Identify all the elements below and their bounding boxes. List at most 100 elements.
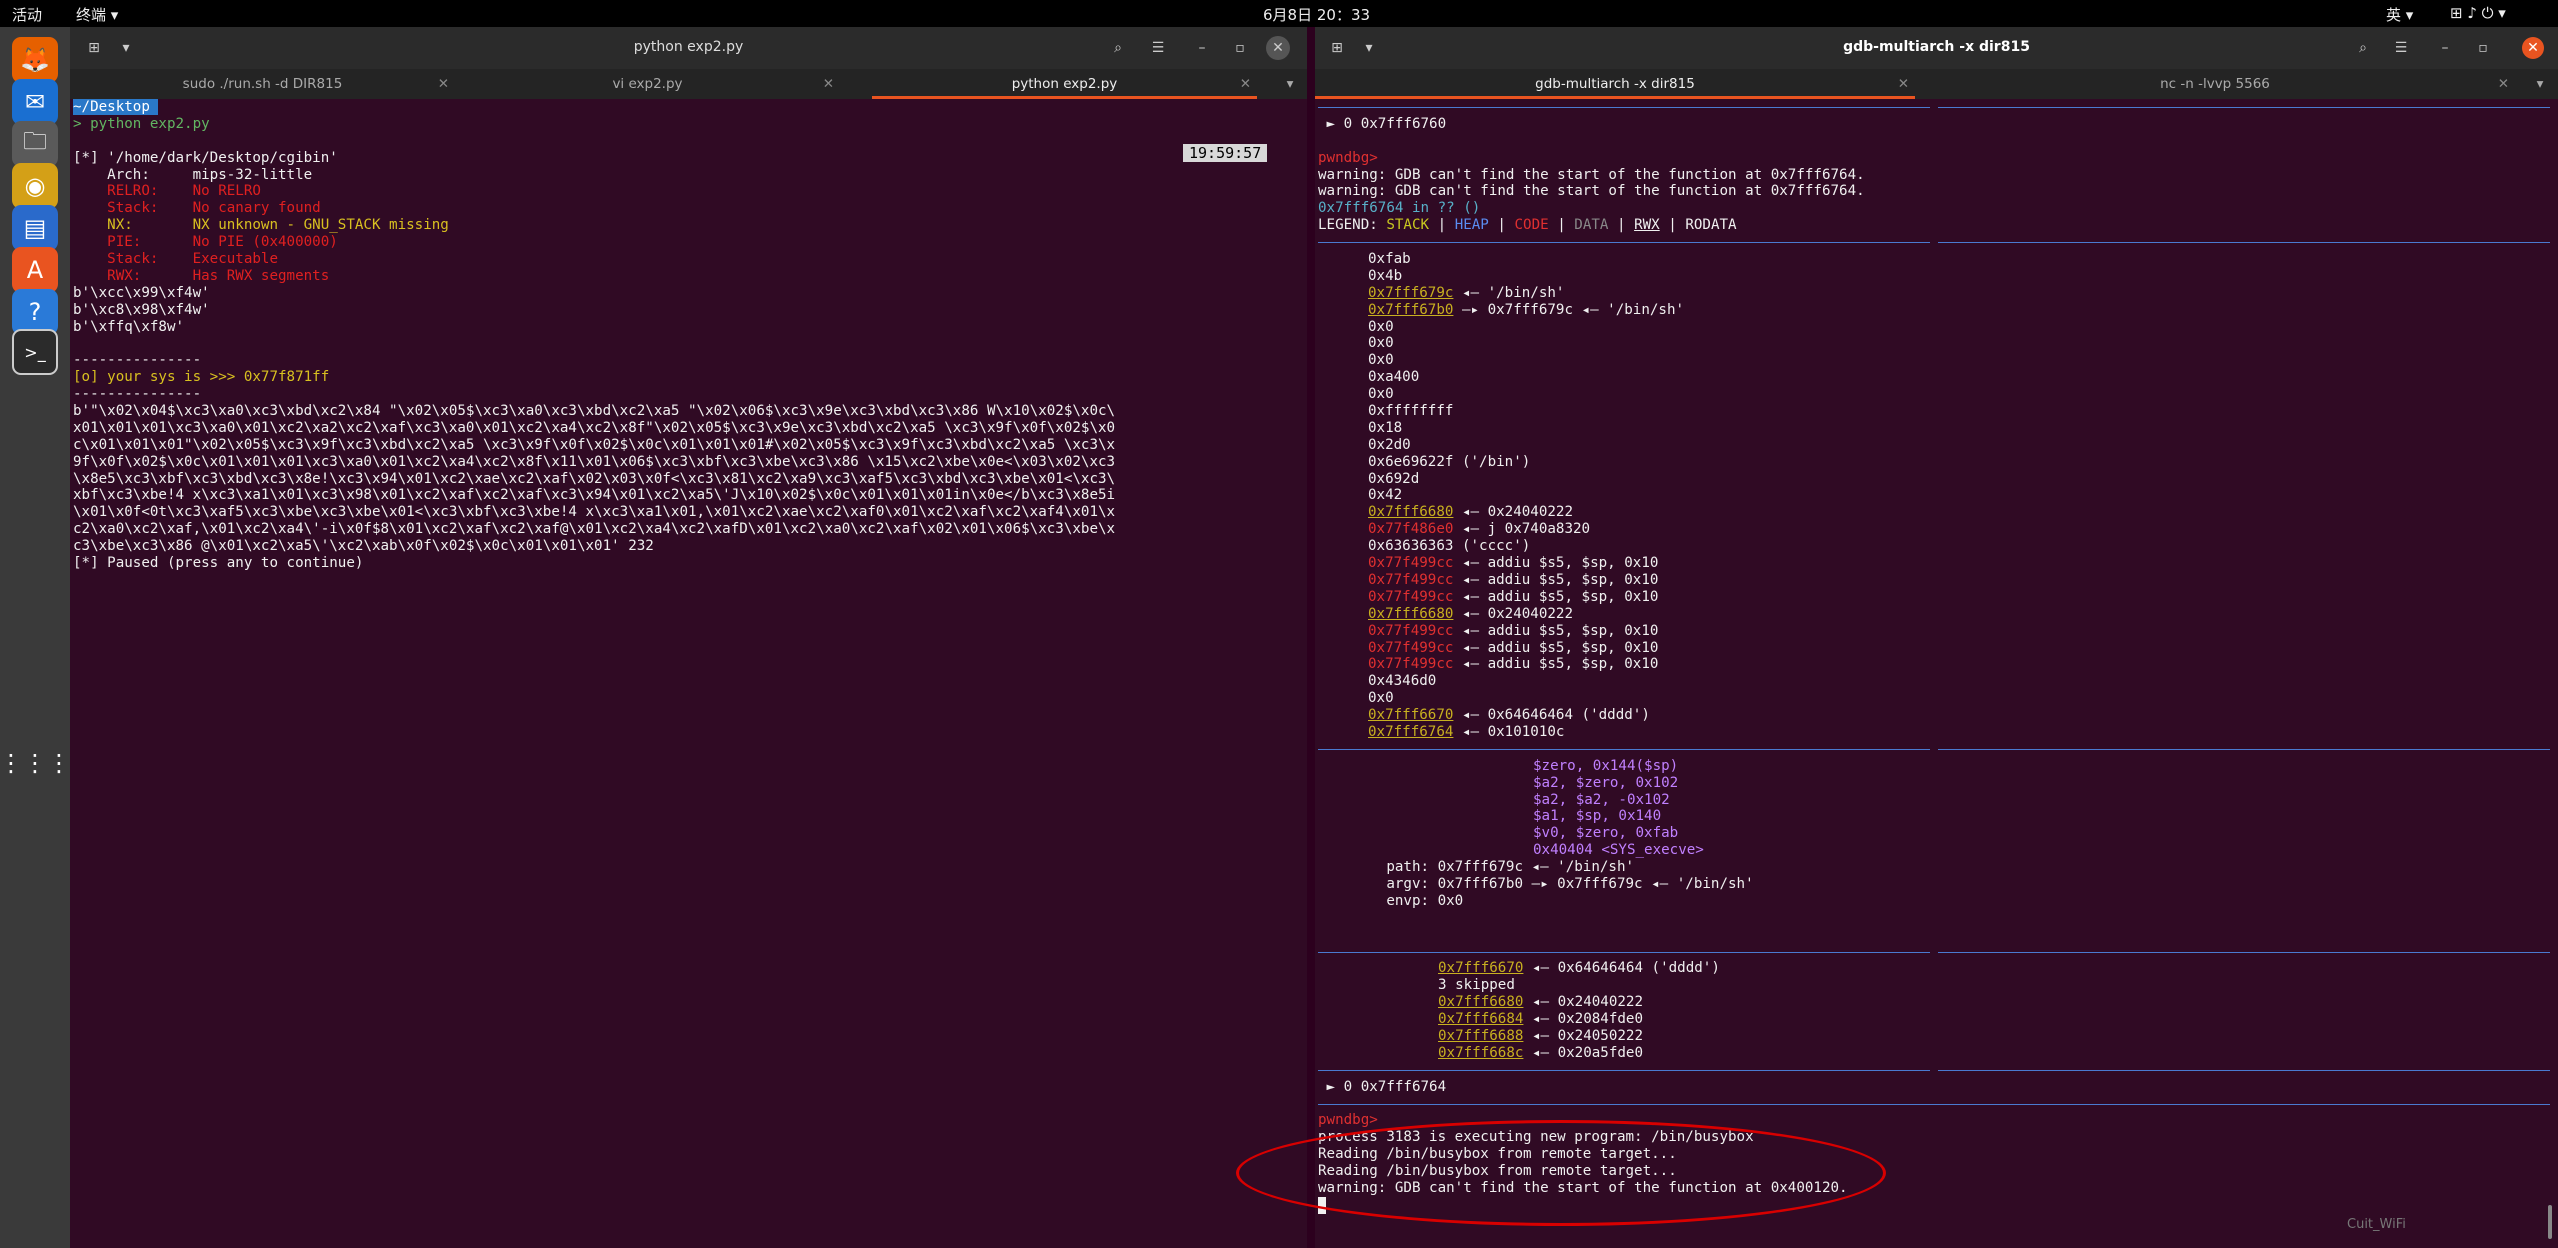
left-terminal-output[interactable]: ~/Desktop > python exp2.py [*] '/home/dar… [70,99,1307,1248]
disasm-operands: $v0, $zero, 0xfab [1533,825,1679,842]
firefox-icon[interactable]: 🦊 [12,37,58,83]
register-deref: ◂— addiu $s5, $sp, 0x10 [1453,571,1659,588]
info-line: [*] '/home/dark/Desktop/cgibin' [73,149,338,166]
close-tab-icon[interactable]: ✕ [438,69,449,99]
software-icon[interactable]: A [12,247,58,293]
tab-python[interactable]: python exp2.py ✕ [872,69,1257,99]
register-deref: ◂— addiu $s5, $sp, 0x10 [1453,622,1659,639]
output-line: c2\xa0\xc2\xaf,\x01\xc2\xa4\'-i\x0f$8\x0… [73,521,1116,538]
terminal-line: \x8e5\xc3\xbf\xc3\xbd\xc3\x8e!\xc3\x94\x… [73,471,1307,488]
left-terminal-window: ⊞ ▾ python exp2.py ⌕ ☰ – ▫ ✕ sudo ./run.… [70,27,1307,1248]
register-deref: ◂— '/bin/sh' [1453,284,1565,301]
checksec-line: NX: NX unknown - GNU_STACK missing [73,217,449,234]
tabs-overflow-chevron-icon[interactable]: ▾ [2530,69,2550,99]
checksec-line: RELRO: No RELRO [73,183,261,200]
terminal-line: $a2, $zero, 0x102 [1318,775,2558,792]
close-icon[interactable]: ✕ [1266,36,1290,60]
system-tray[interactable]: ⊞ ♪ ⏻ ▾ [2450,4,2506,22]
terminal-line [1318,1196,2558,1214]
register-value: 0x692d [1368,470,1420,487]
writer-icon[interactable]: ▤ [12,205,58,251]
register-value: 0x7fff6680 [1368,605,1454,622]
close-tab-icon[interactable]: ✕ [823,69,834,99]
activities-button[interactable]: 活动 [12,4,42,25]
terminal-line: path: 0x7fff679c ◂— '/bin/sh' [1318,859,2558,876]
maximize-icon[interactable]: ▫ [1226,35,1254,61]
terminal-line [1318,99,2558,116]
terminal-line: 0x0 [1318,690,2558,707]
stack-value: ◂— 0x2084fde0 [1523,1011,1644,1028]
section-banner [1318,234,2550,251]
output-line: b'\xcc\x99\xf4w' [73,284,210,301]
syscall-arg: path: 0x7fff679c ◂— '/bin/sh' [1318,859,1635,876]
terminal-line: 0x7fff6688 ◂— 0x24050222 [1318,1028,2558,1045]
minimize-icon[interactable]: – [1188,35,1216,61]
stack-value: ◂— 0x20a5fde0 [1523,1044,1644,1061]
files-icon[interactable]: 🗀 [12,121,58,167]
dock: 🦊 ✉ 🗀 ◉ ▤ A? >_ ⋮⋮⋮ [0,27,71,1248]
terminal-icon[interactable]: >_ [12,329,58,375]
thunderbird-icon[interactable]: ✉ [12,79,58,125]
register-deref: ◂— 0x64646464 ('dddd') [1453,707,1650,724]
terminal-line: c3\xbe\xc3\x86 @\x01\xc2\xa5\'\xc2\xab\x… [73,538,1307,555]
register-value: 0x6e69622f ('/bin') [1368,453,1531,470]
close-icon[interactable]: ✕ [2522,37,2544,59]
right-terminal-output[interactable]: ► 0 0x7fff6760 pwndbg> warning: GDB can't … [1315,99,2558,1248]
terminal-line: warning: GDB can't find the start of the… [1318,183,2558,200]
gdb-output-line: warning: GDB can't find the start of the… [1318,1180,1848,1196]
terminal-line: 0x77f499cc ◂— addiu $s5, $sp, 0x10 [1318,589,2558,606]
register-value: 0x7fff67b0 [1368,301,1454,318]
terminal-line: $zero, 0x144($sp) [1318,758,2558,775]
terminal-line: b'\xcc\x99\xf4w' [73,285,1307,302]
output-line: c\x01\x01\x01"\x02\x05$\xc3\x9f\xc3\xbd\… [73,436,1116,453]
terminal-line: c2\xa0\xc2\xaf,\x01\xc2\xa4\'-i\x0f$8\x0… [73,521,1307,538]
tab-nc[interactable]: nc -n -lvvp 5566 ✕ [1915,69,2515,99]
output-line: c3\xbe\xc3\x86 @\x01\xc2\xa5\'\xc2\xab\x… [73,538,654,555]
right-tabbar: gdb-multiarch -x dir815 ✕ nc -n -lvvp 556… [1315,69,2558,99]
register-deref: ◂— j 0x740a8320 [1453,521,1591,538]
legend-item: | [1608,217,1635,234]
terminal-line: PIE: No PIE (0x400000) [73,234,1307,251]
right-terminal-window: ⊞ ▾ gdb-multiarch -x dir815 ⌕ ☰ – ▫ ✕ gd… [1315,27,2558,1248]
close-tab-icon[interactable]: ✕ [1898,69,1909,99]
clock[interactable]: 6月8日 20：33 [1263,4,1370,25]
terminal-line: 0x692d [1318,471,2558,488]
syscall-arg: envp: 0x0 [1318,892,1464,909]
close-tab-icon[interactable]: ✕ [1240,69,1251,99]
show-apps-icon[interactable]: ⋮⋮⋮ [0,740,71,786]
close-tab-icon[interactable]: ✕ [2498,69,2509,99]
maximize-icon[interactable]: ▫ [2469,35,2497,61]
terminal-line: 0x7fff6680 ◂— 0x24040222 [1318,606,2558,623]
search-icon[interactable]: ⌕ [1104,35,1132,61]
register-value: 0x2d0 [1368,436,1411,453]
output-line: \x8e5\xc3\xbf\xc3\xbd\xc3\x8e!\xc3\x94\x… [73,470,1116,487]
tab-vi[interactable]: vi exp2.py ✕ [455,69,840,99]
rhythmbox-icon[interactable]: ◉ [12,163,58,209]
register-value: 0x7fff6764 [1368,723,1454,740]
search-icon[interactable]: ⌕ [2349,35,2377,61]
hamburger-menu-icon[interactable]: ☰ [2387,35,2415,61]
terminal-line: argv: 0x7fff67b0 —▸ 0x7fff679c ◂— '/bin/… [1318,876,2558,893]
terminal-line [1318,740,2558,758]
output-line: b'"\x02\x04$\xc3\xa0\xc3\xbd\xc2\x84 "\x… [73,403,1116,420]
tab-gdb[interactable]: gdb-multiarch -x dir815 ✕ [1315,69,1915,99]
output-line: [*] Paused (press any to continue) [73,555,364,572]
minimize-icon[interactable]: – [2431,35,2459,61]
terminal-line: Stack: Executable [73,251,1307,268]
ime-indicator[interactable]: 英 ▾ [2386,4,2413,25]
hamburger-menu-icon[interactable]: ☰ [1144,35,1172,61]
banner-text [1930,1061,1938,1078]
tab-label: gdb-multiarch -x dir815 [1535,76,1695,92]
tabs-overflow-chevron-icon[interactable]: ▾ [1280,69,1300,99]
stack-address: 0x7fff668c [1438,1044,1524,1061]
output-line: x01\x01\x01\xc3\xa0\x01\xc2\xa2\xc2\xaf\… [73,419,1116,436]
tab-run-sh[interactable]: sudo ./run.sh -d DIR815 ✕ [70,69,455,99]
tab-label: python exp2.py [1011,76,1118,92]
terminal-app-menu[interactable]: 终端 ▾ [76,4,118,25]
scrollbar[interactable] [2548,1205,2552,1239]
stack-address: 3 skipped [1438,977,1515,994]
legend-item: LEGEND: [1318,217,1387,234]
terminal-line: 9f\x0f\x02$\x0c\x01\x01\x01\xc3\xa0\x01\… [73,454,1307,471]
terminal-line: ► 0 0x7fff6764 [1318,1079,2558,1096]
